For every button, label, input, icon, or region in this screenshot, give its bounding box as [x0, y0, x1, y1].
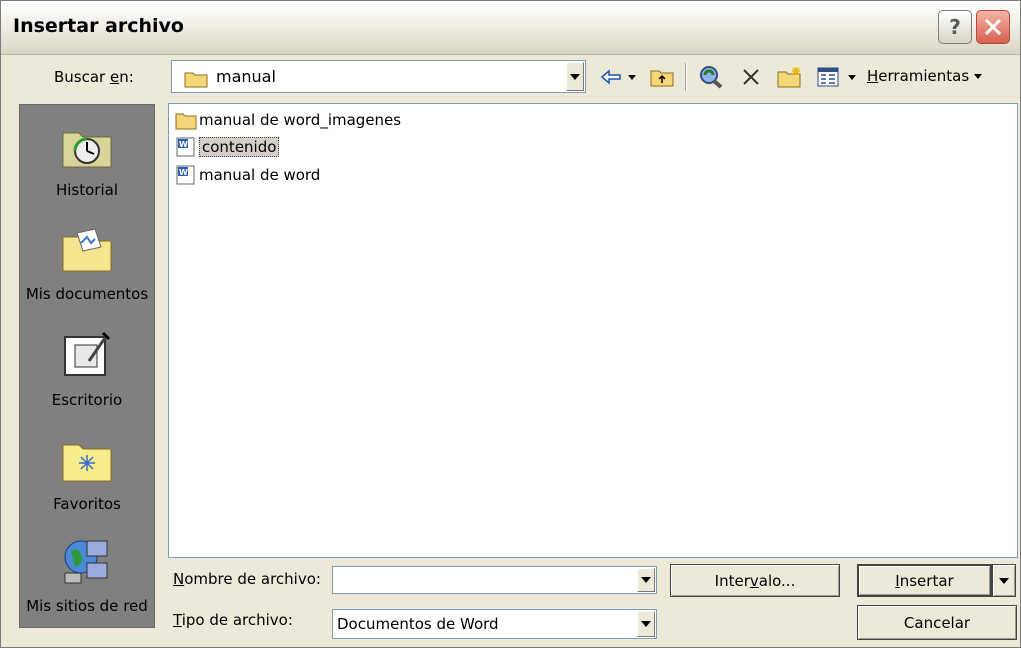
toolbar-separator — [685, 63, 687, 91]
chevron-down-icon — [641, 621, 651, 627]
word-document-icon: W — [176, 165, 195, 185]
views-dropdown[interactable] — [847, 66, 857, 88]
delete-icon — [743, 69, 759, 85]
file-type-dropdown-button[interactable] — [637, 611, 655, 637]
word-document-icon: W — [176, 137, 195, 157]
list-item[interactable]: W manual de word — [175, 163, 320, 187]
delete-button[interactable] — [739, 66, 763, 88]
file-name-input[interactable] — [335, 569, 625, 591]
my-documents-icon — [62, 228, 112, 272]
folder-icon — [184, 72, 208, 88]
favorites-icon — [62, 444, 112, 482]
back-history-dropdown[interactable] — [627, 66, 637, 88]
new-folder-icon — [777, 67, 801, 88]
new-folder-button[interactable] — [776, 66, 804, 88]
interval-button[interactable]: Inter v alo... — [670, 564, 840, 597]
file-type-value: Documentos de Word — [337, 615, 499, 633]
folder-icon — [175, 113, 197, 130]
place-label: Favoritos — [53, 495, 121, 513]
file-type-combo[interactable]: Documentos de Word — [332, 609, 657, 639]
up-folder-icon — [650, 70, 674, 87]
file-name: contenido — [199, 137, 280, 157]
history-icon — [62, 132, 112, 168]
place-mis-sitios-de-red[interactable]: Mis sitios de red — [20, 537, 154, 615]
chevron-down-icon — [973, 74, 982, 79]
question-icon: ? — [949, 15, 961, 39]
cancel-button[interactable]: Cancelar — [857, 605, 1017, 640]
insert-file-dialog: Insertar archivo ? Buscar en: manual Her… — [0, 0, 1021, 648]
desktop-icon — [64, 331, 111, 376]
look-in-label: Buscar en: — [54, 68, 134, 86]
place-label: Mis sitios de red — [26, 597, 148, 615]
help-button[interactable]: ? — [938, 10, 972, 44]
svg-text:W: W — [179, 168, 188, 177]
place-historial[interactable]: Historial — [20, 121, 154, 199]
search-web-icon — [700, 66, 723, 89]
back-arrow-icon — [600, 69, 621, 85]
network-places-icon — [64, 540, 108, 584]
back-button[interactable] — [599, 66, 623, 88]
place-label: Historial — [55, 181, 118, 199]
chevron-down-icon — [641, 577, 651, 583]
file-name: manual de word_imagenes — [199, 111, 402, 129]
file-name-dropdown-button[interactable] — [637, 568, 655, 592]
look-in-value: manual — [216, 67, 276, 86]
dialog-title: Insertar archivo — [13, 15, 184, 37]
views-button[interactable] — [815, 66, 841, 88]
list-item[interactable]: W contenido — [175, 135, 280, 159]
look-in-dropdown-button[interactable] — [566, 62, 584, 91]
file-name-combo[interactable] — [332, 566, 657, 594]
up-one-level-button[interactable] — [649, 66, 675, 88]
file-name-label: Nombre de archivo: — [173, 570, 321, 588]
views-icon — [817, 67, 839, 87]
title-bar[interactable]: Insertar archivo ? — [1, 1, 1020, 55]
places-bar: Historial Mis documentos Escritorio Favo… — [19, 104, 155, 628]
search-web-button[interactable] — [697, 66, 725, 89]
svg-text:W: W — [179, 140, 188, 149]
chevron-down-icon — [570, 73, 580, 80]
place-escritorio[interactable]: Escritorio — [20, 331, 154, 409]
chevron-down-icon — [848, 74, 856, 80]
chevron-down-icon — [628, 74, 636, 80]
insert-options-dropdown[interactable] — [992, 564, 1016, 597]
file-name: manual de word — [199, 166, 321, 184]
chevron-down-icon — [999, 577, 1009, 584]
insert-button[interactable]: Insertar — [857, 564, 992, 597]
place-mis-documentos[interactable]: Mis documentos — [20, 225, 154, 303]
list-item[interactable]: manual de word_imagenes — [175, 108, 401, 132]
place-label: Mis documentos — [25, 285, 149, 303]
look-in-combo[interactable]: manual — [171, 60, 586, 93]
tools-menu-button[interactable]: Herramientas — [867, 67, 982, 85]
place-label: Escritorio — [51, 391, 123, 409]
close-button[interactable] — [976, 10, 1010, 44]
close-icon — [984, 18, 1002, 36]
place-favoritos[interactable]: Favoritos — [20, 435, 154, 513]
file-type-label: Tipo de archivo: — [173, 611, 293, 629]
file-list[interactable]: manual de word_imagenes W contenido W ma… — [168, 103, 1018, 558]
